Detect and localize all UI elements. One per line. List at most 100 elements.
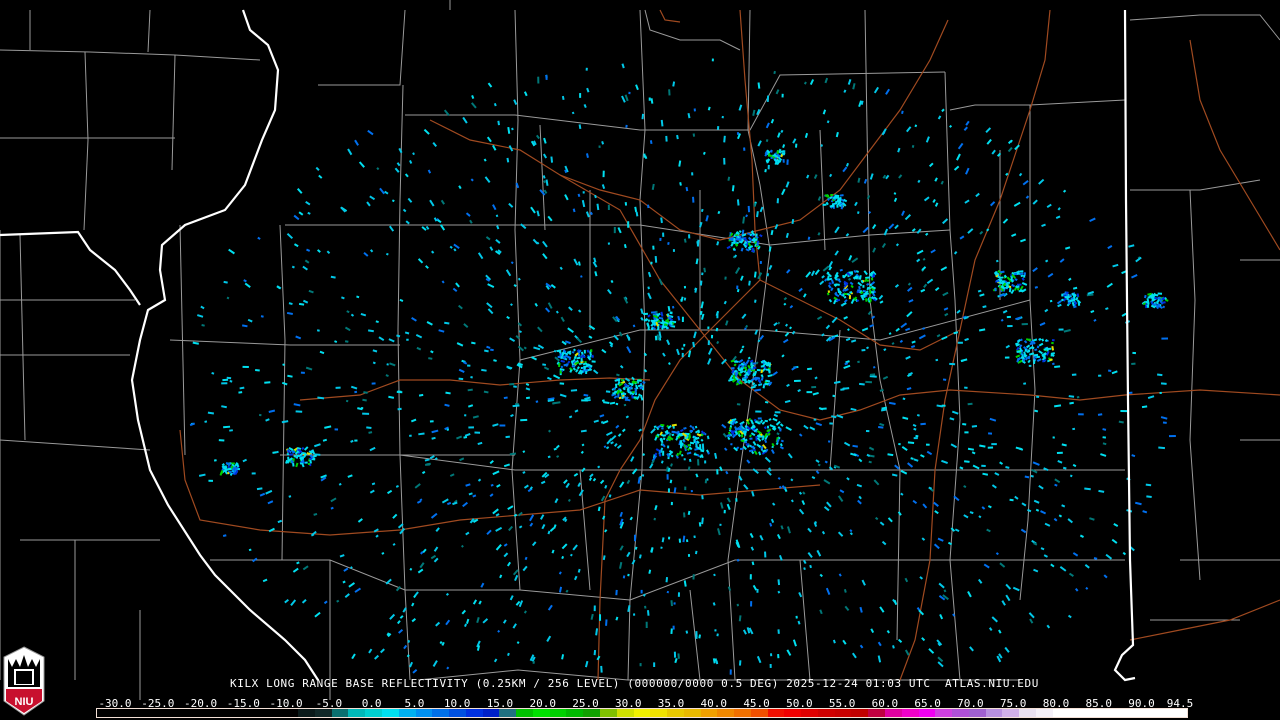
reflectivity-return	[916, 258, 921, 263]
county-line	[644, 9, 741, 51]
reflectivity-return	[433, 546, 439, 552]
reflectivity-return	[914, 124, 918, 128]
reflectivity-return	[423, 128, 430, 135]
reflectivity-return	[919, 576, 924, 580]
highway-line	[659, 9, 681, 23]
reflectivity-return	[621, 428, 626, 433]
reflectivity-return	[583, 104, 587, 109]
reflectivity-return	[642, 453, 646, 457]
county-line	[210, 559, 406, 591]
reflectivity-return	[747, 236, 752, 241]
reflectivity-return	[429, 455, 435, 460]
reflectivity-return	[650, 547, 654, 553]
reflectivity-return	[670, 463, 673, 467]
reflectivity-return	[730, 359, 735, 363]
reflectivity-return	[458, 185, 462, 190]
reflectivity-return	[560, 365, 564, 369]
reflectivity-return	[864, 298, 868, 302]
colorbar-swatch	[667, 709, 684, 717]
colorbar-swatch	[918, 709, 936, 717]
reflectivity-return	[265, 418, 270, 422]
reflectivity-return	[911, 340, 916, 344]
reflectivity-return	[1067, 518, 1074, 524]
reflectivity-return	[770, 230, 774, 236]
reflectivity-return	[411, 602, 415, 607]
reflectivity-return	[1038, 484, 1044, 490]
reflectivity-return	[256, 487, 263, 491]
reflectivity-return	[756, 437, 762, 442]
reflectivity-return	[661, 443, 666, 448]
reflectivity-return	[350, 439, 354, 443]
reflectivity-return	[564, 169, 568, 174]
reflectivity-return	[805, 271, 812, 278]
reflectivity-return	[791, 330, 796, 335]
reflectivity-return	[812, 392, 819, 396]
reflectivity-return	[901, 110, 904, 114]
reflectivity-return	[839, 268, 843, 272]
reflectivity-return	[549, 527, 555, 532]
reflectivity-return	[661, 433, 665, 437]
reflectivity-return	[764, 400, 769, 404]
reflectivity-return	[979, 230, 984, 235]
reflectivity-return	[430, 350, 434, 354]
reflectivity-return	[843, 296, 847, 299]
colorbar-swatch	[1019, 709, 1036, 717]
reflectivity-return	[655, 448, 660, 452]
reflectivity-return	[623, 244, 627, 249]
reflectivity-return	[847, 79, 852, 85]
reflectivity-return	[843, 316, 848, 320]
reflectivity-return	[603, 401, 610, 404]
reflectivity-return	[723, 447, 728, 452]
reflectivity-return	[680, 453, 684, 457]
reflectivity-return	[784, 399, 791, 404]
reflectivity-return	[558, 586, 563, 593]
reflectivity-return	[841, 293, 845, 297]
reflectivity-return	[462, 501, 469, 508]
reflectivity-return	[769, 522, 773, 527]
reflectivity-return	[1041, 338, 1045, 342]
reflectivity-return	[593, 257, 597, 263]
reflectivity-return	[1059, 258, 1065, 263]
reflectivity-return	[620, 378, 624, 382]
reflectivity-return	[755, 361, 759, 365]
reflectivity-return	[564, 194, 569, 201]
reflectivity-return	[529, 522, 534, 527]
county-line	[829, 329, 841, 471]
reflectivity-return	[201, 324, 205, 327]
reflectivity-return	[754, 329, 759, 335]
colorbar-swatch	[700, 709, 718, 717]
reflectivity-return	[820, 407, 827, 411]
reflectivity-return	[1005, 583, 1012, 590]
reflectivity-return	[630, 456, 635, 462]
reflectivity-return	[879, 388, 884, 392]
reflectivity-return	[803, 81, 807, 85]
reflectivity-return	[756, 242, 759, 247]
reflectivity-return	[619, 481, 625, 488]
reflectivity-return	[465, 212, 471, 217]
reflectivity-return	[739, 275, 744, 281]
county-line	[83, 51, 89, 231]
reflectivity-return	[814, 269, 820, 276]
reflectivity-return	[856, 483, 863, 488]
reflectivity-return	[683, 297, 687, 301]
reflectivity-return	[999, 461, 1004, 465]
reflectivity-return	[642, 381, 646, 384]
reflectivity-return	[647, 319, 651, 323]
reflectivity-return	[354, 587, 362, 593]
reflectivity-return	[525, 387, 531, 391]
reflectivity-return	[786, 269, 791, 274]
reflectivity-return	[368, 648, 373, 654]
reflectivity-return	[511, 127, 514, 131]
reflectivity-return	[916, 249, 924, 255]
reflectivity-return	[964, 337, 969, 342]
reflectivity-return	[1038, 338, 1042, 341]
reflectivity-return	[754, 388, 762, 392]
reflectivity-return	[640, 316, 644, 321]
colorbar-swatch	[650, 709, 668, 717]
reflectivity-return	[515, 600, 521, 606]
reflectivity-return	[1068, 395, 1075, 398]
reflectivity-return	[605, 446, 610, 450]
reflectivity-return	[580, 450, 584, 454]
reflectivity-return	[791, 366, 797, 371]
reflectivity-return	[679, 429, 684, 433]
